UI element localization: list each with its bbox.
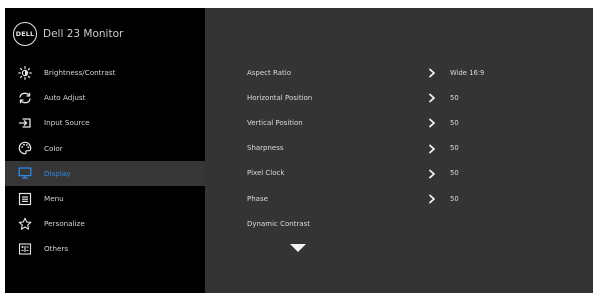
brightness-icon bbox=[18, 65, 32, 80]
menu-icon bbox=[18, 192, 32, 206]
setting-row-vertical-position[interactable]: Vertical Position 50 bbox=[205, 110, 593, 135]
sidebar-item-auto-adjust[interactable]: Auto Adjust bbox=[5, 85, 205, 110]
setting-row-pixel-clock[interactable]: Pixel Clock 50 bbox=[205, 161, 593, 186]
others-icon bbox=[18, 242, 32, 256]
sidebar-item-label: Color bbox=[44, 143, 63, 153]
sidebar-item-menu[interactable]: Menu bbox=[5, 186, 205, 211]
setting-label: Pixel Clock bbox=[247, 169, 285, 178]
setting-row-dynamic-contrast[interactable]: Dynamic Contrast bbox=[205, 211, 593, 236]
setting-label: Dynamic Contrast bbox=[247, 219, 311, 228]
sidebar-item-brightness-contrast[interactable]: Brightness/Contrast bbox=[5, 60, 205, 85]
sidebar-item-label: Menu bbox=[44, 194, 64, 204]
sidebar-item-color[interactable]: Color bbox=[5, 136, 205, 161]
sidebar-item-label: Display bbox=[44, 168, 71, 178]
setting-value: 50 bbox=[450, 118, 459, 127]
setting-row-horizontal-position[interactable]: Horizontal Position 50 bbox=[205, 85, 593, 110]
sidebar-item-label: Auto Adjust bbox=[44, 93, 86, 103]
chevron-right-icon bbox=[428, 118, 436, 128]
setting-value: 50 bbox=[450, 194, 459, 203]
chevron-right-icon bbox=[428, 144, 436, 154]
setting-label: Horizontal Position bbox=[247, 93, 313, 102]
setting-label: Sharpness bbox=[247, 144, 284, 153]
setting-label: Vertical Position bbox=[247, 118, 303, 127]
input-source-icon bbox=[18, 116, 32, 130]
monitor-osd: DELL Dell 23 Monitor Brightness/Contrast… bbox=[5, 8, 593, 293]
star-icon bbox=[18, 217, 32, 231]
display-monitor-icon bbox=[18, 166, 32, 180]
sidebar-item-input-source[interactable]: Input Source bbox=[5, 110, 205, 135]
sidebar: DELL Dell 23 Monitor Brightness/Contrast… bbox=[5, 8, 205, 293]
dell-logo: DELL bbox=[13, 22, 37, 46]
sidebar-item-label: Brightness/Contrast bbox=[44, 68, 116, 78]
setting-value: 50 bbox=[450, 93, 459, 102]
brand-header: DELL Dell 23 Monitor bbox=[13, 22, 124, 46]
sidebar-menu: Brightness/Contrast Auto Adjust Input So… bbox=[5, 60, 205, 262]
chevron-right-icon bbox=[428, 68, 436, 78]
monitor-title: Dell 23 Monitor bbox=[43, 28, 124, 40]
setting-value: 50 bbox=[450, 144, 459, 153]
color-palette-icon bbox=[18, 141, 32, 155]
chevron-right-icon bbox=[428, 93, 436, 103]
sidebar-item-personalize[interactable]: Personalize bbox=[5, 211, 205, 236]
sidebar-item-label: Others bbox=[44, 244, 69, 254]
setting-row-phase[interactable]: Phase 50 bbox=[205, 186, 593, 211]
setting-row-aspect-ratio[interactable]: Aspect Ratio Wide 16:9 bbox=[205, 60, 593, 85]
sidebar-item-label: Personalize bbox=[44, 219, 85, 229]
setting-value: 50 bbox=[450, 169, 459, 178]
settings-list: Aspect Ratio Wide 16:9 Horizontal Positi… bbox=[205, 60, 593, 236]
auto-adjust-icon bbox=[18, 91, 32, 105]
chevron-right-icon bbox=[428, 169, 436, 179]
setting-label: Aspect Ratio bbox=[247, 68, 291, 77]
setting-label: Phase bbox=[247, 194, 268, 203]
chevron-right-icon bbox=[428, 194, 436, 204]
sidebar-item-label: Input Source bbox=[44, 118, 90, 128]
setting-value: Wide 16:9 bbox=[450, 68, 485, 77]
setting-row-sharpness[interactable]: Sharpness 50 bbox=[205, 136, 593, 161]
sidebar-item-display[interactable]: Display bbox=[5, 160, 205, 186]
sidebar-item-others[interactable]: Others bbox=[5, 236, 205, 261]
dell-logo-text: DELL bbox=[15, 30, 35, 38]
display-settings-panel: Aspect Ratio Wide 16:9 Horizontal Positi… bbox=[205, 8, 593, 293]
triangle-down-icon[interactable] bbox=[289, 243, 307, 253]
